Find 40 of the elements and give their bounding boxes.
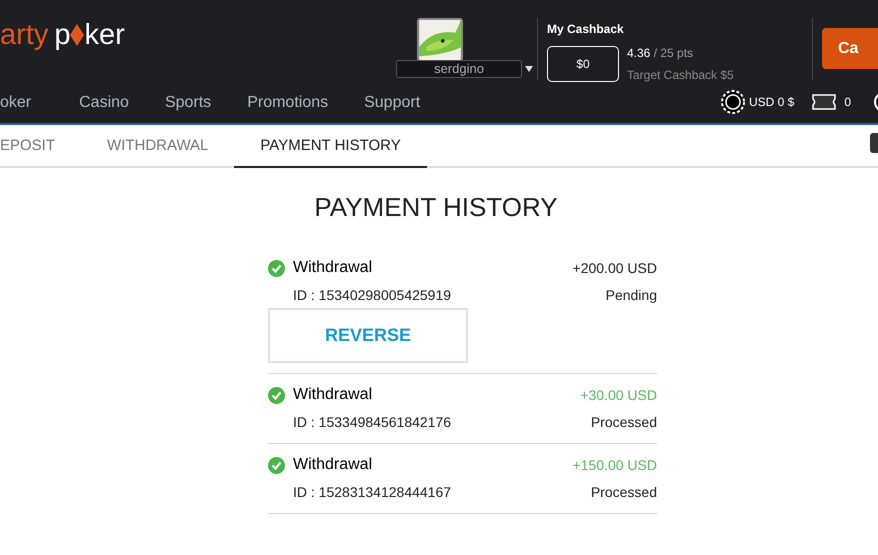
nav-link[interactable]: Promotions [247,90,328,114]
payment-id: ID : 15334984561842176 [293,412,452,432]
points-value: 4.36 [627,46,650,60]
payment-status: Processed [590,482,657,502]
payment-amount: +30.00 USD [580,386,657,404]
scroll-handle [870,133,878,153]
tab[interactable]: PAYMENT HISTORY [234,127,427,168]
payment-status: Pending [606,286,657,305]
payment-type: Withdrawal [293,258,372,278]
page-title: PAYMENT HISTORY [313,191,559,224]
caret-icon[interactable] [524,66,534,72]
tab[interactable]: WITHDRAWAL [81,127,234,168]
payment-amount: +150.00 USD [572,456,657,474]
check-icon [268,386,285,404]
payment-status: Processed [590,412,657,432]
logo-text: ker [84,20,125,50]
logo-text: p [54,20,70,50]
diamond-icon [70,24,84,46]
cashback-title: My Cashback [547,21,625,38]
payment-amount: +200.00 USD [572,258,657,278]
payment-id: ID : 15283134128444167 [293,482,452,502]
nav-link[interactable]: Casino [79,90,129,114]
check-icon [268,456,285,474]
ticket-count: 0 [844,94,852,111]
username-field[interactable]: serdgino [396,60,522,78]
payment-id: ID : 15340298005425919 [293,286,452,304]
balance-text: USD 0 $ [749,94,794,111]
nav-link[interactable]: oker [0,90,32,114]
points-total: / 25 pts [654,46,694,60]
target-cashback: Target Cashback $5 [627,67,734,84]
tab[interactable]: EPOSIT [0,127,82,168]
ticket-icon [812,94,836,110]
cashier-button[interactable]: Ca [822,28,878,69]
nav-link[interactable]: Sports [164,90,212,114]
payment-type: Withdrawal [293,455,372,475]
check-icon [268,260,285,276]
nav-link[interactable]: Support [364,90,420,114]
payment-type: Withdrawal [293,385,372,405]
token-icon [721,90,745,114]
logo-text: arty [0,20,48,50]
